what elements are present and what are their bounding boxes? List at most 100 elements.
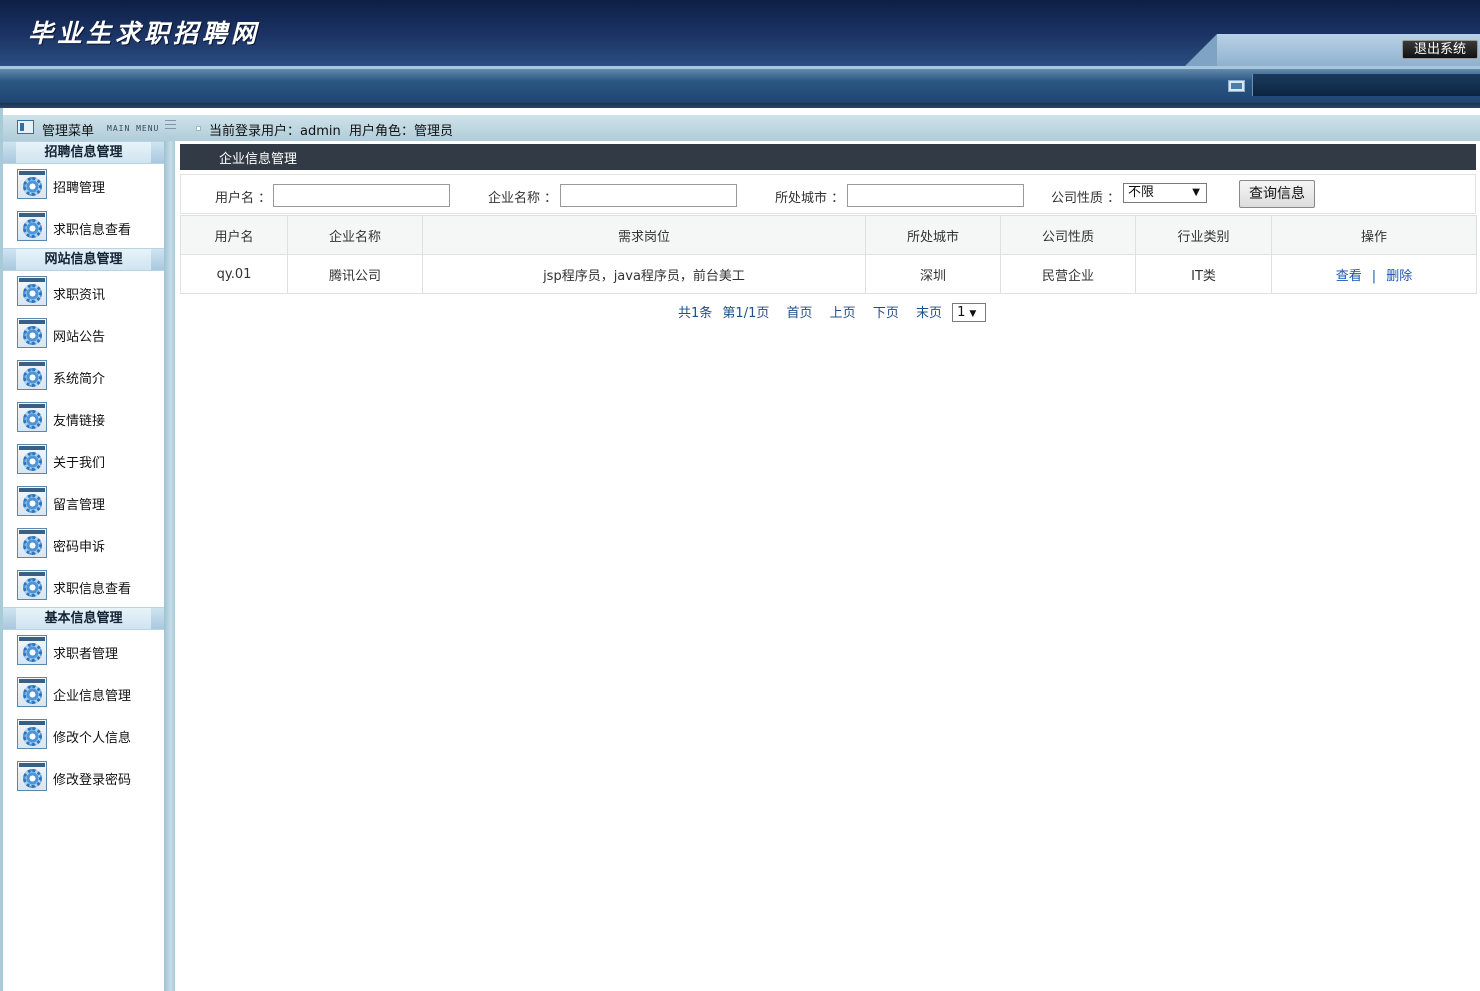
sidebar-splitter[interactable] xyxy=(164,141,175,991)
company-table: 用户名 企业名称 需求岗位 所处城市 公司性质 行业类别 操作 qy.01 腾讯… xyxy=(180,215,1477,294)
gear-icon xyxy=(17,402,47,432)
sidebar-item[interactable]: 求职信息查看 xyxy=(3,206,164,248)
logout-button[interactable]: 退出系统 xyxy=(1402,40,1478,59)
view-link[interactable]: 查看 xyxy=(1336,269,1362,284)
gear-glyph xyxy=(23,536,42,555)
menu-panel-icon xyxy=(17,120,34,134)
total-count: 共1条 xyxy=(678,306,713,321)
sidebar-item[interactable]: 企业信息管理 xyxy=(3,672,164,714)
cell-industry: IT类 xyxy=(1135,254,1272,294)
next-page-link[interactable]: 下页 xyxy=(873,302,899,321)
chevron-down-icon: ▼ xyxy=(969,309,977,319)
gear-glyph xyxy=(23,326,42,345)
user-role-label: 用户角色： xyxy=(349,124,415,139)
sidebar-item[interactable]: 网站公告 xyxy=(3,313,164,355)
cell-username: qy.01 xyxy=(180,254,288,294)
col-positions: 需求岗位 xyxy=(422,215,866,255)
col-username: 用户名 xyxy=(180,215,288,255)
query-button[interactable]: 查询信息 xyxy=(1239,180,1315,208)
menu-toggle-icon[interactable] xyxy=(165,120,176,132)
gear-icon xyxy=(17,570,47,600)
sidebar-item-label: 友情链接 xyxy=(53,414,106,429)
panel-title: 企业信息管理 xyxy=(180,144,1476,170)
cell-actions: 查看 | 删除 xyxy=(1271,254,1477,294)
sidebar-item-label: 求职信息查看 xyxy=(53,223,132,238)
city-input[interactable] xyxy=(847,184,1024,207)
col-actions: 操作 xyxy=(1271,215,1477,255)
header-subbar xyxy=(0,66,1480,104)
gear-icon xyxy=(17,276,47,306)
sidebar-item[interactable]: 招聘管理 xyxy=(3,164,164,206)
sidebar-item-label: 留言管理 xyxy=(53,498,106,513)
sidebar-group-header[interactable]: 网站信息管理 xyxy=(3,248,164,271)
sidebar-item[interactable]: 修改个人信息 xyxy=(3,714,164,756)
sidebar-menu: 招聘信息管理 招聘管理 求职信息查看 网站信息管理 求职资讯 网站公告 系统简介 友情链接 关于… xyxy=(3,141,164,991)
company-name-input[interactable] xyxy=(560,184,737,207)
company-nature-label: 公司性质 ： xyxy=(1051,191,1121,206)
col-city: 所处城市 xyxy=(865,215,1001,255)
sidebar-item-label: 关于我们 xyxy=(53,456,106,471)
sidebar-group-header[interactable]: 基本信息管理 xyxy=(3,607,164,630)
username-input[interactable] xyxy=(273,184,450,207)
gear-glyph xyxy=(23,578,42,597)
sidebar-item[interactable]: 修改登录密码 xyxy=(3,756,164,798)
sidebar-item-label: 密码申诉 xyxy=(53,540,106,555)
subbar-dark-panel xyxy=(1252,74,1480,96)
sidebar-item[interactable]: 密码申诉 xyxy=(3,523,164,565)
site-logo: 毕业生求职招聘网 xyxy=(28,19,261,48)
search-form: 用户名 ： 企业名称 ： 所处城市 ： 公司性质 ： 不限 ▼ 查询信息 xyxy=(180,174,1476,214)
company-name-label: 企业名称 ： xyxy=(488,191,558,206)
page-select-value: 1 xyxy=(957,305,966,320)
login-info: 当前登录用户：admin 用户角色：管理员 xyxy=(209,120,453,139)
cell-positions: jsp程序员，java程序员，前台美工 xyxy=(422,254,866,294)
col-industry: 行业类别 xyxy=(1135,215,1272,255)
sidebar-item[interactable]: 友情链接 xyxy=(3,397,164,439)
main-content: 企业信息管理 用户名 ： 企业名称 ： 所处城市 ： 公司性质 ： 不限 ▼ 查… xyxy=(175,141,1480,991)
sidebar-item-label: 招聘管理 xyxy=(53,181,106,196)
gear-glyph xyxy=(23,643,42,662)
cell-city: 深圳 xyxy=(865,254,1001,294)
sidebar-item-label: 求职信息查看 xyxy=(53,582,132,597)
current-user-value: admin xyxy=(300,124,341,139)
gear-icon xyxy=(17,528,47,558)
col-company-name: 企业名称 xyxy=(287,215,423,255)
gear-icon xyxy=(17,677,47,707)
gear-icon xyxy=(17,169,47,199)
sidebar-item[interactable]: 求职者管理 xyxy=(3,630,164,672)
sidebar-item-label: 网站公告 xyxy=(53,330,106,345)
sidebar-item-label: 求职者管理 xyxy=(53,647,119,662)
gear-glyph xyxy=(23,219,42,238)
sidebar-item[interactable]: 系统简介 xyxy=(3,355,164,397)
sidebar-item[interactable]: 求职信息查看 xyxy=(3,565,164,607)
first-page-link[interactable]: 首页 xyxy=(787,302,813,321)
gear-glyph xyxy=(23,494,42,513)
sidebar-item[interactable]: 留言管理 xyxy=(3,481,164,523)
gear-icon xyxy=(17,486,47,516)
company-nature-value: 不限 xyxy=(1128,185,1155,200)
info-bar: 管理菜单 MAIN MENU 当前登录用户：admin 用户角色：管理员 xyxy=(3,115,1480,142)
cell-company-name: 腾讯公司 xyxy=(287,254,423,294)
city-label: 所处城市 ： xyxy=(775,191,845,206)
gear-icon xyxy=(17,761,47,791)
gear-glyph xyxy=(23,727,42,746)
menu-title: 管理菜单 xyxy=(42,124,95,139)
username-label: 用户名 ： xyxy=(215,191,272,206)
prev-page-link[interactable]: 上页 xyxy=(830,302,856,321)
sidebar-item-label: 求职资讯 xyxy=(53,288,106,303)
sidebar-group-header[interactable]: 招聘信息管理 xyxy=(3,141,164,164)
gear-glyph xyxy=(23,368,42,387)
sidebar-item[interactable]: 求职资讯 xyxy=(3,271,164,313)
monitor-icon xyxy=(1228,80,1245,92)
gear-icon xyxy=(17,719,47,749)
last-page-link[interactable]: 末页 xyxy=(916,302,942,321)
bullet-icon xyxy=(196,126,201,131)
gear-icon xyxy=(17,635,47,665)
delete-link[interactable]: 删除 xyxy=(1386,269,1412,284)
gear-glyph xyxy=(23,452,42,471)
sidebar-item[interactable]: 关于我们 xyxy=(3,439,164,481)
chevron-down-icon: ▼ xyxy=(1192,187,1200,198)
page-select[interactable]: 1 ▼ xyxy=(952,303,987,322)
sidebar-item-label: 修改个人信息 xyxy=(53,731,132,746)
gear-glyph xyxy=(23,284,42,303)
company-nature-select[interactable]: 不限 ▼ xyxy=(1123,183,1207,203)
